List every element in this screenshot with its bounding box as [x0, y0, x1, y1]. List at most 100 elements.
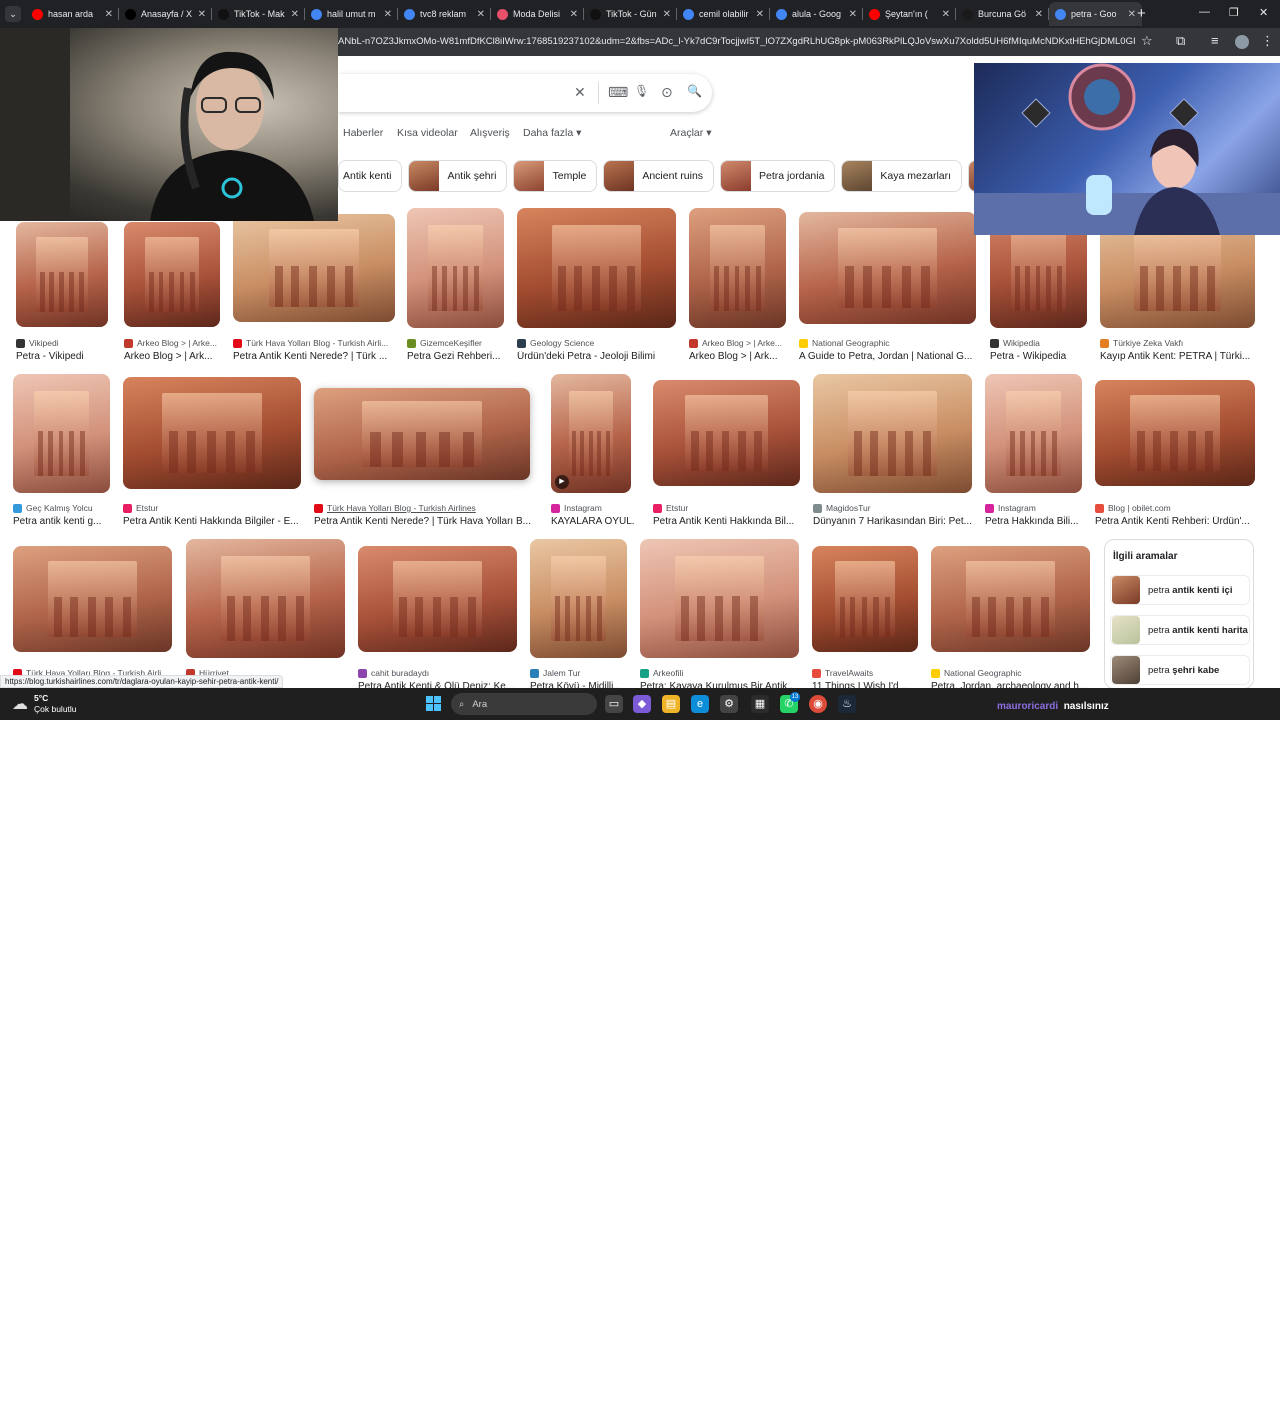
- result-thumbnail[interactable]: ▶: [551, 374, 631, 493]
- tab-close-icon[interactable]: ✕: [849, 9, 857, 20]
- image-result[interactable]: Arkeo Blog > | Arke... Arkeo Blog > | Ark…: [689, 208, 786, 365]
- result-source[interactable]: Türk Hava Yolları Blog - Turkish Airline…: [314, 503, 534, 513]
- related-search-item[interactable]: petra şehri kabe: [1110, 655, 1250, 685]
- image-result[interactable]: cahit buradaydı Petra Antik Kenti & Ölü D…: [358, 546, 517, 695]
- browser-menu-icon[interactable]: ⋮: [1261, 33, 1274, 49]
- image-result[interactable]: GizemceKeşifler Petra Gezi Rehberi...: [407, 208, 504, 365]
- tools-button[interactable]: Araçlar ▾: [670, 127, 711, 139]
- tab-search-button[interactable]: ⌄: [5, 6, 21, 22]
- result-title[interactable]: Dünyanın 7 Harikasından Biri: Pet...: [813, 516, 976, 527]
- image-result[interactable]: Türk Hava Yolları Blog - Turkish Airline…: [314, 388, 531, 530]
- bookmark-star-icon[interactable]: ☆: [1141, 33, 1153, 49]
- browser-tab[interactable]: tvc8 reklam ✕: [398, 2, 491, 26]
- new-tab-button[interactable]: +: [1137, 5, 1146, 22]
- filter-chip[interactable]: Temple: [513, 160, 598, 192]
- lens-icon[interactable]: ⊙: [661, 84, 673, 101]
- close-icon[interactable]: ✕: [574, 84, 586, 101]
- result-thumbnail[interactable]: [985, 374, 1082, 493]
- image-result[interactable]: Jalem Tur Petra Köyü - Midilli...: [530, 539, 627, 695]
- tab-short-videos[interactable]: Kısa videolar: [397, 127, 458, 139]
- filter-chip[interactable]: Ancient ruins: [603, 160, 715, 192]
- result-thumbnail[interactable]: [931, 546, 1090, 652]
- window-close-icon[interactable]: ✕: [1259, 6, 1268, 19]
- tab-close-icon[interactable]: ✕: [198, 9, 206, 20]
- result-thumbnail[interactable]: [689, 208, 786, 328]
- store-icon[interactable]: ▦: [751, 695, 769, 713]
- mic-icon[interactable]: 🎙: [634, 84, 649, 98]
- image-result[interactable]: Türk Hava Yolları Blog - Turkish Airli..…: [13, 546, 172, 695]
- result-title[interactable]: Kayıp Antik Kent: PETRA | Türki...: [1100, 351, 1259, 362]
- result-title[interactable]: Petra Hakkında Bili...: [985, 516, 1086, 527]
- taskbar-search[interactable]: ⌕ Ara: [451, 693, 597, 715]
- result-thumbnail[interactable]: [1095, 380, 1255, 486]
- steam-icon[interactable]: ♨: [838, 695, 856, 713]
- browser-tab[interactable]: halil umut m ✕: [305, 2, 398, 26]
- image-result[interactable]: National Geographic Petra, Jordan, archae…: [931, 546, 1090, 695]
- image-result[interactable]: Geç Kalmış Yolcu Petra antik kenti g...: [13, 374, 110, 530]
- image-result[interactable]: Arkeo Blog > | Arke... Arkeo Blog > | Ark…: [124, 222, 220, 365]
- result-source[interactable]: Jalem Tur: [530, 668, 631, 678]
- image-result[interactable]: Türk Hava Yolları Blog - Turkish Airli..…: [233, 214, 395, 365]
- browser-tab[interactable]: Burcuna Gö ✕: [956, 2, 1049, 26]
- result-thumbnail[interactable]: [16, 222, 108, 327]
- tab-close-icon[interactable]: ✕: [291, 9, 299, 20]
- result-thumbnail[interactable]: [186, 539, 345, 658]
- maximize-icon[interactable]: ❐: [1229, 6, 1239, 19]
- media-control-icon[interactable]: ≡: [1211, 33, 1219, 48]
- result-thumbnail[interactable]: [653, 380, 800, 486]
- result-thumbnail[interactable]: [13, 546, 172, 652]
- result-source[interactable]: MagidosTur: [813, 503, 976, 513]
- image-result[interactable]: Geology Science Ürdün'deki Petra - Jeoloj…: [517, 208, 676, 365]
- app-icon[interactable]: ⚙: [720, 695, 738, 713]
- result-source[interactable]: Wikipedia: [990, 338, 1091, 348]
- system-clock[interactable]: 02:21 16.01.2026: [1228, 1381, 1273, 1401]
- result-source[interactable]: Arkeo Blog > | Arke...: [124, 338, 224, 348]
- filter-chip[interactable]: Antik şehri: [408, 160, 508, 192]
- result-source[interactable]: GizemceKeşifler: [407, 338, 508, 348]
- result-source[interactable]: Vikipedi: [16, 338, 112, 348]
- result-title[interactable]: KAYALARA OYUL...: [551, 516, 635, 527]
- result-source[interactable]: National Geographic: [799, 338, 980, 348]
- task-view-icon[interactable]: ▭: [605, 695, 623, 713]
- search-box[interactable]: ✕ ⌨ 🎙 ⊙ 🔍: [338, 74, 712, 112]
- result-title[interactable]: Petra Antik Kenti Nerede? | Türk ...: [233, 351, 399, 362]
- image-result[interactable]: Etstur Petra Antik Kenti Hakkında Bil...: [653, 380, 800, 530]
- keyboard-icon[interactable]: ⌨: [608, 84, 628, 101]
- copilot-icon[interactable]: ◆: [633, 695, 651, 713]
- result-source[interactable]: Geç Kalmış Yolcu: [13, 503, 114, 513]
- result-thumbnail[interactable]: [124, 222, 220, 327]
- search-icon[interactable]: 🔍: [687, 84, 702, 98]
- browser-tab[interactable]: alula - Goog ✕: [770, 2, 863, 26]
- browser-tab[interactable]: Moda Delisi ✕: [491, 2, 584, 26]
- result-thumbnail[interactable]: [13, 374, 110, 493]
- image-result[interactable]: TravelAwaits 11 Things I Wish I'd ...: [812, 546, 918, 695]
- result-title[interactable]: A Guide to Petra, Jordan | National G...: [799, 351, 980, 362]
- result-title[interactable]: Petra Antik Kenti Nerede? | Türk Hava Yo…: [314, 516, 534, 527]
- tab-close-icon[interactable]: ✕: [384, 9, 392, 20]
- result-thumbnail[interactable]: [812, 546, 918, 652]
- tab-close-icon[interactable]: ✕: [105, 9, 113, 20]
- result-thumbnail[interactable]: [314, 388, 530, 480]
- result-thumbnail[interactable]: [407, 208, 504, 328]
- result-source[interactable]: Etstur: [653, 503, 804, 513]
- result-source[interactable]: Etstur: [123, 503, 305, 513]
- related-search-item[interactable]: petra antik kenti harita: [1110, 615, 1250, 645]
- result-source[interactable]: TravelAwaits: [812, 668, 922, 678]
- browser-tab[interactable]: petra - Goo ✕: [1049, 2, 1142, 26]
- image-result[interactable]: Hürriyet? Petra ...: [186, 539, 345, 695]
- image-result[interactable]: National Geographic A Guide to Petra, Jor…: [799, 212, 976, 365]
- result-source[interactable]: cahit buradaydı: [358, 668, 521, 678]
- browser-tab[interactable]: TikTok - Mak ✕: [212, 2, 305, 26]
- browser-tab[interactable]: Şeytan'ın (✕: [863, 2, 956, 26]
- tab-close-icon[interactable]: ✕: [756, 9, 764, 20]
- file-explorer-icon[interactable]: ▤: [662, 695, 680, 713]
- browser-tab[interactable]: cemil olabilir ✕: [677, 2, 770, 26]
- result-thumbnail[interactable]: [530, 539, 627, 658]
- result-source[interactable]: Arkeo Blog > | Arke...: [689, 338, 790, 348]
- browser-tab[interactable]: hasan arda ✕: [26, 2, 119, 26]
- result-title[interactable]: Petra antik kenti g...: [13, 516, 114, 527]
- tab-shopping[interactable]: Alışveriş: [470, 127, 510, 139]
- result-title[interactable]: Ürdün'deki Petra - Jeoloji Bilimi: [517, 351, 680, 362]
- result-source[interactable]: National Geographic: [931, 668, 1094, 678]
- image-result[interactable]: Etstur Petra Antik Kenti Hakkında Bilgile…: [123, 377, 301, 530]
